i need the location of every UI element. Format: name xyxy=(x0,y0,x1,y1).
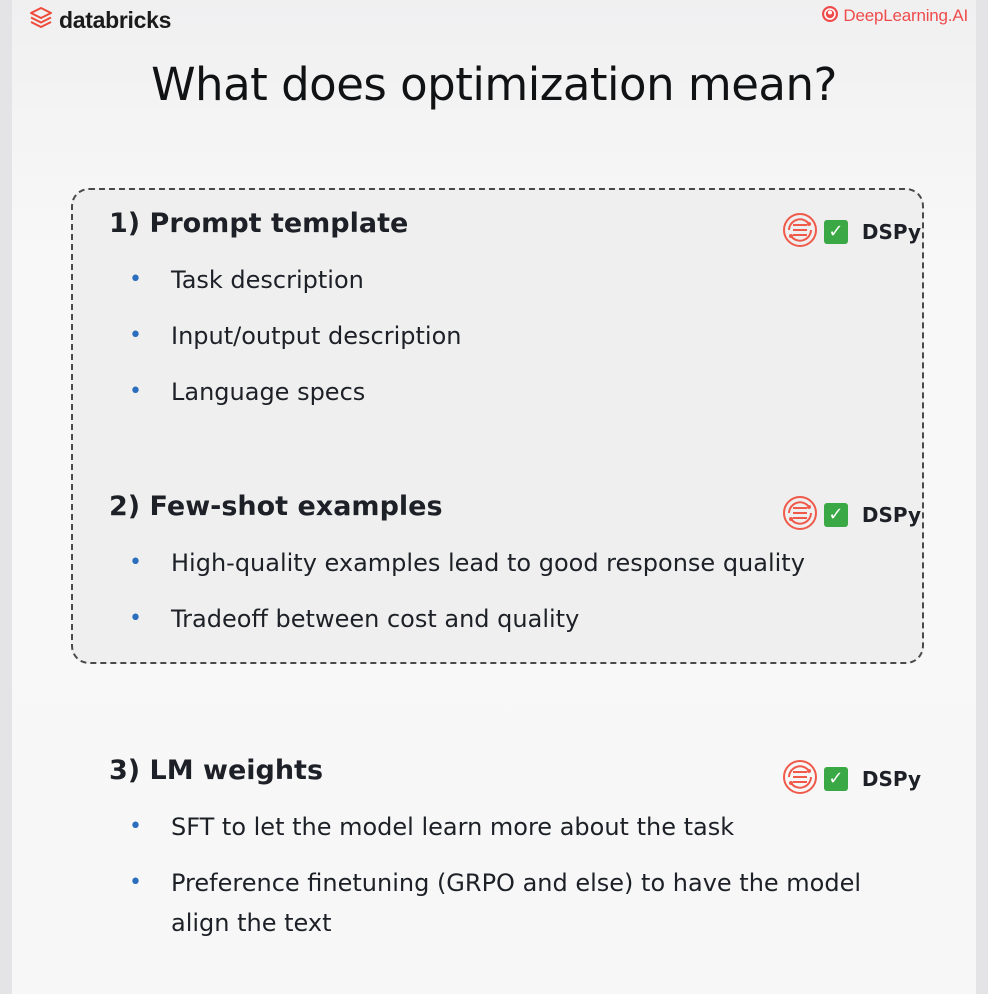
deeplearning-ai-logo: DeepLearning.AI xyxy=(820,4,968,28)
bullet-dot-icon: • xyxy=(129,870,142,895)
deeplearning-ai-logo-text: DeepLearning.AI xyxy=(843,6,968,25)
bullet-dot-icon: • xyxy=(129,379,142,404)
dspy-badge: ✓ DSPy xyxy=(780,210,921,254)
slide: databricks DeepLearning.AI What does opt… xyxy=(12,0,976,994)
databricks-logo: databricks xyxy=(29,6,171,34)
check-icon: ✓ xyxy=(823,220,848,244)
dspy-icon xyxy=(780,757,820,801)
databricks-layers-icon xyxy=(29,6,53,34)
bullet-dot-icon: • xyxy=(129,323,142,348)
databricks-logo-text: databricks xyxy=(59,6,172,33)
page-title: What does optimization mean? xyxy=(151,58,837,111)
dspy-label: DSPy xyxy=(861,767,921,791)
dspy-icon xyxy=(780,210,820,254)
bullet-dot-icon: • xyxy=(129,606,142,631)
deeplearning-ai-icon xyxy=(820,4,840,28)
check-icon: ✓ xyxy=(823,503,848,527)
dspy-label: DSPy xyxy=(861,220,921,244)
bullet-dot-icon: • xyxy=(129,267,142,292)
section-heading: 3) LM weights xyxy=(109,755,324,786)
bullet-dot-icon: • xyxy=(129,814,142,839)
dspy-label: DSPy xyxy=(861,503,921,527)
check-icon: ✓ xyxy=(823,767,848,791)
dspy-icon xyxy=(780,493,820,537)
dspy-badge: ✓ DSPy xyxy=(780,757,921,801)
section-heading: 1) Prompt template xyxy=(109,208,409,239)
dspy-badge: ✓ DSPy xyxy=(780,493,921,537)
bullet-dot-icon: • xyxy=(129,550,142,575)
section-heading: 2) Few-shot examples xyxy=(109,491,443,522)
